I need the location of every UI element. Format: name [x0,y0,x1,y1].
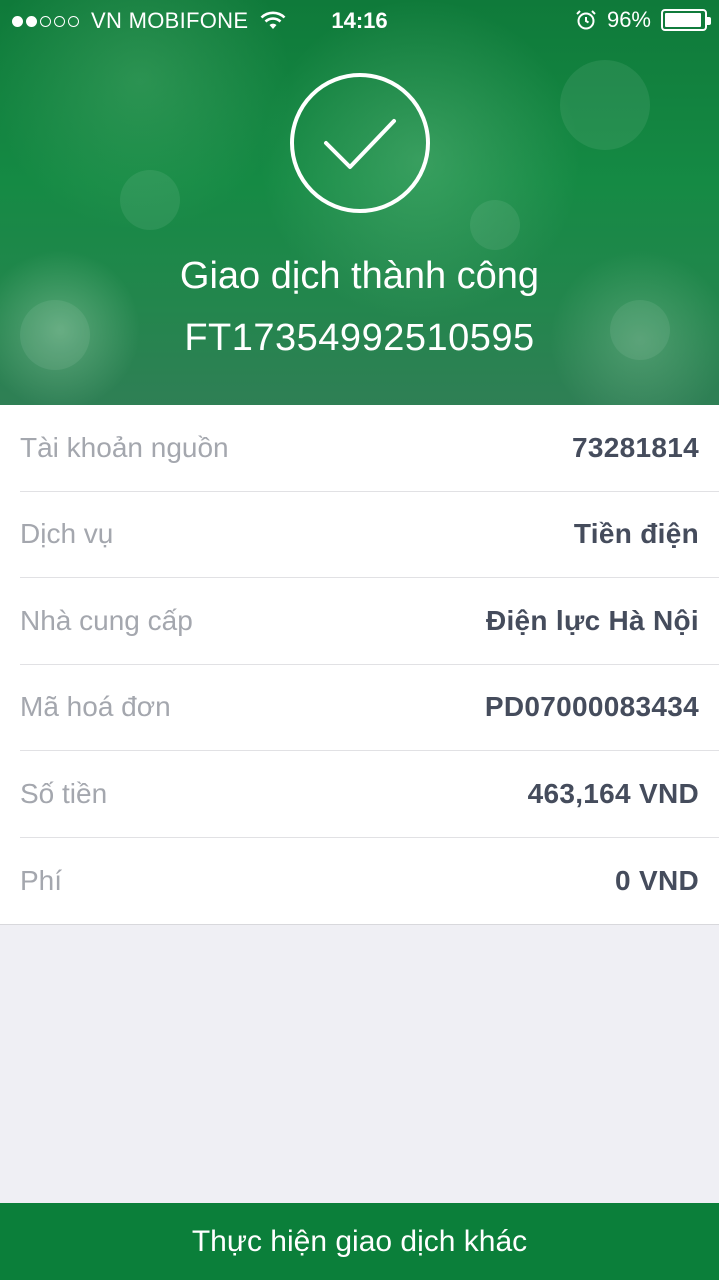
detail-label: Mã hoá đơn [20,691,171,723]
bokeh-decoration [120,170,180,230]
detail-label: Số tiền [20,777,108,809]
detail-label: Nhà cung cấp [20,604,193,636]
battery-icon [661,9,711,31]
detail-row-invoice-code: Mã hoá đơn PD07000083434 [20,665,719,751]
transaction-result-screen: VN MOBIFONE 14:16 96% Giao dịch thành cô… [0,0,719,1280]
transaction-details-list: Tài khoản nguồn 73281814 Dịch vụ Tiền đi… [0,405,719,925]
detail-row-service: Dịch vụ Tiền điện [20,492,719,578]
detail-value: PD07000083434 [484,691,699,723]
bokeh-decoration [470,200,520,250]
detail-label: Dịch vụ [20,518,114,550]
detail-value: 463,164 VND [527,777,699,809]
status-bar-right: 96% [575,7,711,33]
success-title: Giao dịch thành công [179,255,540,297]
detail-label: Phí [20,864,63,896]
checkmark-circle-icon [290,73,430,213]
detail-label: Tài khoản nguồn [20,431,229,463]
detail-row-fee: Phí 0 VND [20,838,719,925]
detail-value: Điện lực Hà Nội [485,604,699,636]
transaction-id: FT17354992510595 [184,317,535,359]
detail-value: 0 VND [615,864,699,896]
detail-row-amount: Số tiền 463,164 VND [20,751,719,838]
success-header: VN MOBIFONE 14:16 96% Giao dịch thành cô… [0,0,719,405]
alarm-clock-icon [576,10,596,30]
detail-row-source-account: Tài khoản nguồn 73281814 [20,405,719,492]
new-transaction-button[interactable]: Thực hiện giao dịch khác [0,1203,719,1280]
bokeh-decoration [560,60,650,150]
status-bar: VN MOBIFONE 14:16 96% [0,0,719,40]
detail-row-provider: Nhà cung cấp Điện lực Hà Nội [20,578,719,665]
detail-value: Tiền điện [573,518,699,550]
battery-percent: 96% [606,7,651,32]
detail-value: 73281814 [572,431,699,463]
